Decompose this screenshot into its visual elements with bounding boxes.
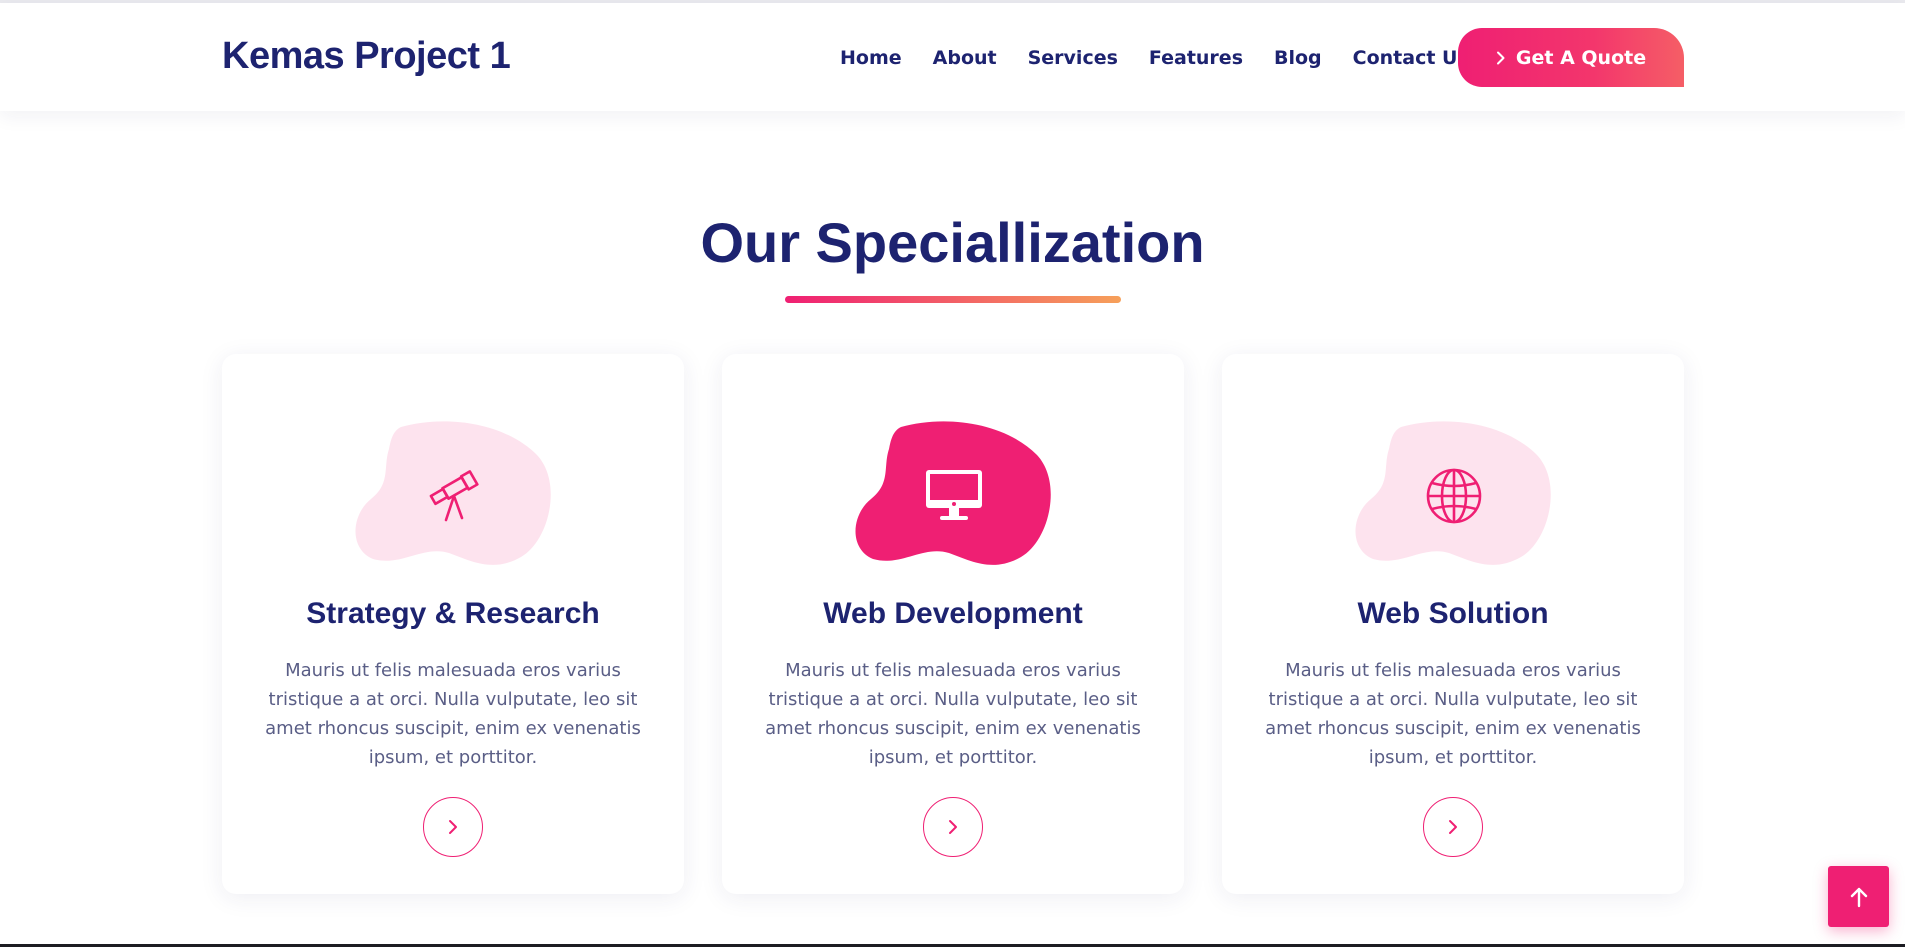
main-nav: Home About Services Features Blog Contac… bbox=[840, 47, 1500, 69]
service-card-web-solution: Web Solution Mauris ut felis malesuada e… bbox=[1222, 354, 1684, 894]
chevron-right-icon bbox=[1449, 820, 1457, 834]
title-underline bbox=[785, 296, 1121, 303]
globe-icon bbox=[1412, 464, 1496, 528]
chevron-right-icon bbox=[1496, 51, 1505, 64]
card-description: Mauris ut felis malesuada eros varius tr… bbox=[265, 660, 641, 768]
nav-contact-us[interactable]: Contact Us bbox=[1353, 47, 1469, 69]
service-card-web-development: Web Development Mauris ut felis malesuad… bbox=[722, 354, 1184, 894]
telescope-icon bbox=[412, 464, 496, 528]
get-a-quote-button[interactable]: Get A Quote bbox=[1458, 28, 1684, 87]
arrow-up-icon bbox=[1850, 887, 1867, 907]
card-description: Mauris ut felis malesuada eros varius tr… bbox=[1265, 660, 1641, 768]
scroll-to-top-button[interactable] bbox=[1828, 866, 1889, 927]
get-a-quote-label: Get A Quote bbox=[1515, 46, 1647, 69]
desktop-icon bbox=[912, 464, 996, 528]
brand-logo[interactable]: Kemas Project 1 bbox=[222, 35, 511, 78]
card-arrow-button[interactable] bbox=[923, 797, 983, 857]
card-arrow-button[interactable] bbox=[1423, 797, 1483, 857]
card-title: Web Solution bbox=[1357, 597, 1549, 630]
nav-home[interactable]: Home bbox=[840, 47, 902, 69]
nav-services[interactable]: Services bbox=[1028, 47, 1118, 69]
service-card-strategy: Strategy & Research Mauris ut felis male… bbox=[222, 354, 684, 894]
card-description: Mauris ut felis malesuada eros varius tr… bbox=[765, 660, 1141, 768]
nav-blog[interactable]: Blog bbox=[1274, 47, 1322, 69]
nav-about[interactable]: About bbox=[933, 47, 997, 69]
section-title: Our Speciallization bbox=[700, 211, 1205, 274]
chevron-right-icon bbox=[449, 820, 457, 834]
card-arrow-button[interactable] bbox=[423, 797, 483, 857]
site-header: Kemas Project 1 Home About Services Feat… bbox=[0, 3, 1905, 111]
chevron-right-icon bbox=[949, 820, 957, 834]
nav-features[interactable]: Features bbox=[1149, 47, 1243, 69]
card-title: Strategy & Research bbox=[306, 597, 600, 630]
card-title: Web Development bbox=[823, 597, 1083, 630]
